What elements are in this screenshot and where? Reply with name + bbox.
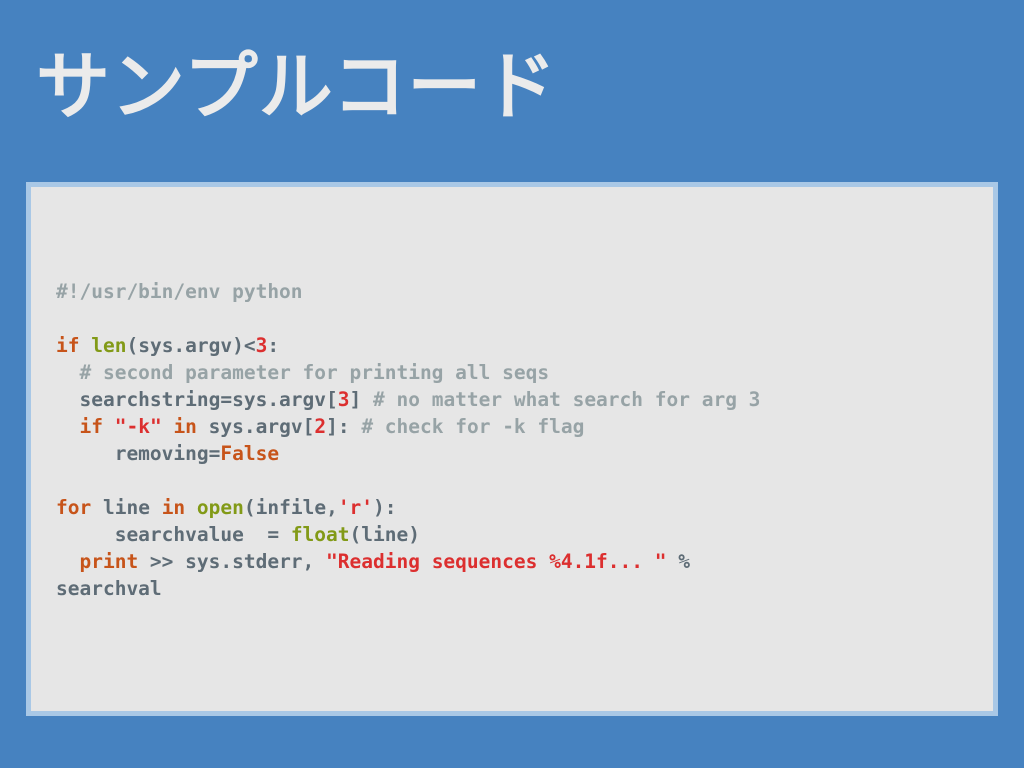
code-line: if len(sys.argv)<3: — [56, 332, 760, 359]
code-token-comment: # second parameter for printing all seqs — [79, 361, 550, 384]
code-token-plain: >> sys.stderr, — [138, 550, 327, 573]
code-token-comment: #!/usr/bin/env python — [56, 280, 303, 303]
code-token-num: 2 — [314, 415, 327, 438]
code-token-kw: print — [79, 550, 139, 573]
code-token-fn: len — [91, 334, 127, 357]
code-token-plain: line — [91, 496, 162, 519]
code-line: searchvalue = float(line) — [56, 521, 760, 548]
code-token-comment: # check for -k flag — [361, 415, 585, 438]
code-token-kw: if — [79, 415, 103, 438]
code-line: if "-k" in sys.argv[2]: # check for -k f… — [56, 413, 760, 440]
code-token-plain: removing= — [56, 442, 221, 465]
code-line: # second parameter for printing all seqs — [56, 359, 760, 386]
code-panel: #!/usr/bin/env python if len(sys.argv)<3:… — [26, 182, 998, 716]
code-token-plain: ]: — [326, 415, 362, 438]
code-token-plain: ): — [373, 496, 397, 519]
code-token-plain: ] — [349, 388, 373, 411]
code-token-plain: searchstring=sys.argv[ — [56, 388, 338, 411]
code-token-fn: float — [290, 523, 350, 546]
code-line: print >> sys.stderr, "Reading sequences … — [56, 548, 760, 575]
code-token-kw: False — [220, 442, 280, 465]
code-token-plain: sys.argv[ — [196, 415, 315, 438]
code-token-kw: if — [56, 334, 80, 357]
code-line: removing=False — [56, 440, 760, 467]
code-line: for line in open(infile,'r'): — [56, 494, 760, 521]
code-block: #!/usr/bin/env python if len(sys.argv)<3:… — [56, 278, 760, 602]
code-token-kw: for — [56, 496, 92, 519]
blank-code-line — [56, 305, 760, 332]
code-token-str: "-k" — [114, 415, 162, 438]
code-token-num: 3 — [337, 388, 350, 411]
code-line: searchstring=sys.argv[3] # no matter wha… — [56, 386, 760, 413]
code-token-plain: searchval — [56, 577, 162, 600]
code-token-fn: open — [196, 496, 244, 519]
code-token-num: 3 — [255, 334, 268, 357]
code-line: #!/usr/bin/env python — [56, 278, 760, 305]
code-token-kw: in — [161, 496, 186, 519]
code-token-plain: searchvalue = — [56, 523, 291, 546]
code-token-str: 'r' — [337, 496, 374, 519]
code-token-plain: (sys.argv)< — [126, 334, 256, 357]
code-token-plain: (line) — [349, 523, 420, 546]
blank-code-line — [56, 467, 760, 494]
slide-title: サンプルコード — [36, 44, 558, 130]
code-token-kw: in — [173, 415, 197, 438]
code-token-plain: : — [267, 334, 280, 357]
code-line: searchval — [56, 575, 760, 602]
code-token-plain: % — [666, 550, 690, 573]
code-token-comment: # no matter what search for arg 3 — [373, 388, 761, 411]
code-token-plain: (infile, — [243, 496, 338, 519]
code-token-str: "Reading sequences %4.1f... " — [326, 550, 667, 573]
